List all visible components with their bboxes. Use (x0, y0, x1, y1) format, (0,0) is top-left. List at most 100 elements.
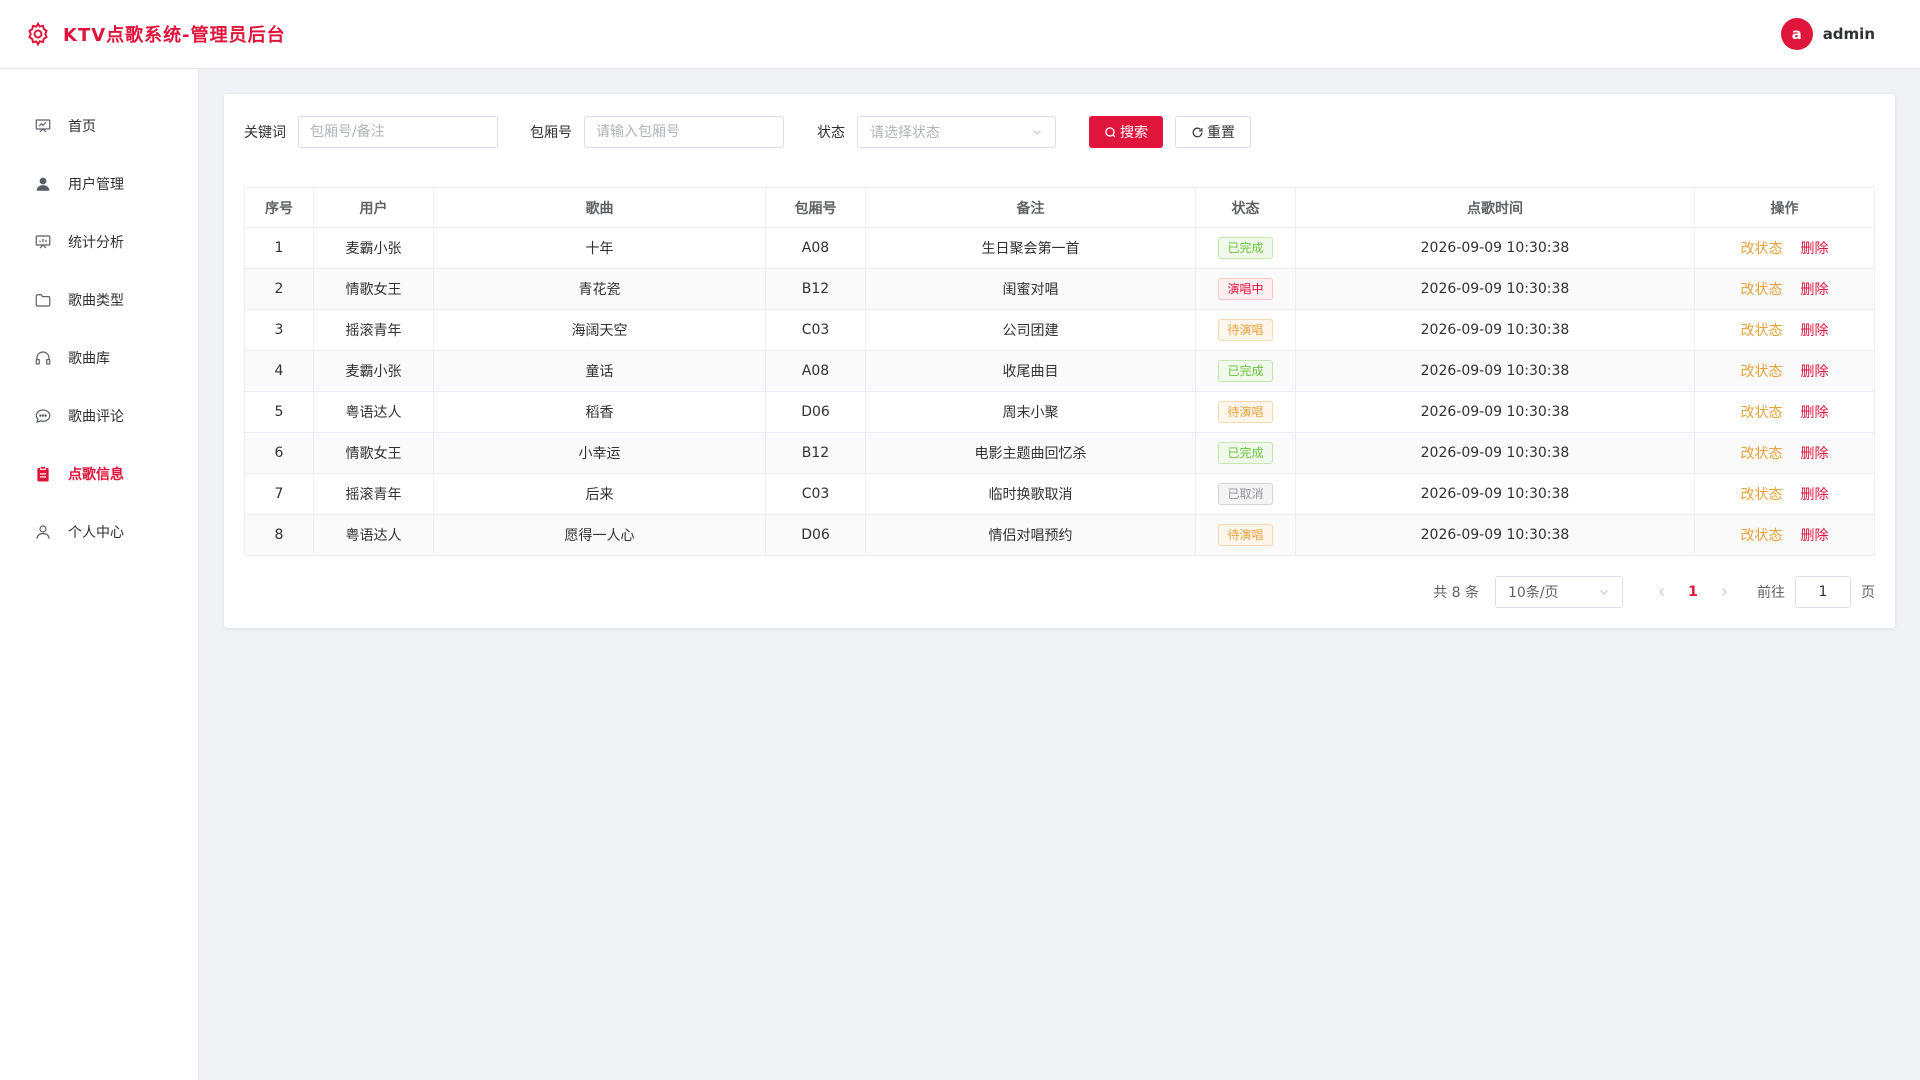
status-label: 状态 (817, 125, 845, 141)
sidebar-item-label: 歌曲库 (68, 351, 110, 367)
cell-time: 2026-09-09 10:30:38 (1295, 227, 1695, 269)
change-status-link[interactable]: 改状态 (1741, 364, 1783, 380)
cell-note: 生日聚会第一首 (865, 227, 1196, 269)
change-status-link[interactable]: 改状态 (1741, 446, 1783, 462)
delete-link[interactable]: 删除 (1801, 405, 1829, 421)
filter-bar: 关键词 包厢号 状态 请选择状态 搜索 重置 (244, 115, 1875, 149)
delete-link[interactable]: 删除 (1801, 487, 1829, 503)
cell-time: 2026-09-09 10:30:38 (1295, 473, 1695, 515)
change-status-link[interactable]: 改状态 (1741, 405, 1783, 421)
delete-link[interactable]: 删除 (1801, 364, 1829, 380)
reset-button[interactable]: 重置 (1175, 116, 1251, 148)
sidebar-item-song-requests[interactable]: 点歌信息 (0, 445, 198, 503)
table-body: 1 麦霸小张 十年 A08 生日聚会第一首 已完成 2026-09-09 10:30:38 改… (244, 227, 1875, 556)
sidebar-item-profile[interactable]: 个人中心 (0, 503, 198, 561)
keyword-input[interactable] (298, 116, 498, 148)
cell-time: 2026-09-09 10:30:38 (1295, 432, 1695, 474)
sidebar-item-home[interactable]: 首页 (0, 97, 198, 155)
cell-user: 麦霸小张 (313, 227, 434, 269)
table-row: 5 粤语达人 稻香 D06 周末小聚 待演唱 2026-09-09 10:30:38 改状态 删… (244, 391, 1875, 433)
avatar[interactable]: a (1780, 18, 1813, 50)
chevron-down-icon (1600, 590, 1608, 595)
delete-link[interactable]: 删除 (1801, 323, 1829, 339)
delete-link[interactable]: 删除 (1801, 446, 1829, 462)
cell-status: 已完成 (1195, 227, 1296, 269)
cell-time: 2026-09-09 10:30:38 (1295, 391, 1695, 433)
cell-status: 演唱中 (1195, 268, 1296, 310)
cell-user: 麦霸小张 (313, 350, 434, 392)
col-song: 歌曲 (433, 187, 766, 228)
status-badge: 已完成 (1218, 237, 1273, 259)
cell-note: 收尾曲目 (865, 350, 1196, 392)
next-page-button[interactable] (1709, 583, 1739, 602)
status-select[interactable]: 请选择状态 (857, 116, 1056, 148)
user-menu[interactable]: a admin (1780, 18, 1875, 50)
folder-icon (34, 291, 52, 309)
change-status-link[interactable]: 改状态 (1741, 282, 1783, 298)
table-row: 6 情歌女王 小幸运 B12 电影主题曲回忆杀 已完成 2026-09-09 10:30:3… (244, 432, 1875, 474)
change-status-link[interactable]: 改状态 (1741, 487, 1783, 503)
table-row: 7 摇滚青年 后来 C03 临时换歌取消 已取消 2026-09-09 10:30:38 改状… (244, 473, 1875, 515)
status-badge: 已完成 (1218, 442, 1273, 464)
cell-song: 愿得一人心 (433, 514, 766, 556)
cell-status: 已取消 (1195, 473, 1296, 515)
page-jumper: 前往 页 (1757, 576, 1875, 608)
search-button[interactable]: 搜索 (1089, 116, 1163, 148)
cell-status: 已完成 (1195, 432, 1296, 474)
sidebar-item-label: 点歌信息 (68, 467, 124, 483)
cell-room: B12 (765, 268, 866, 310)
sidebar-item-song-types[interactable]: 歌曲类型 (0, 271, 198, 329)
cell-song: 小幸运 (433, 432, 766, 474)
sidebar-item-label: 个人中心 (68, 525, 124, 541)
cell-actions: 改状态 删除 (1694, 391, 1875, 433)
sidebar-item-label: 用户管理 (68, 177, 124, 193)
status-badge: 待演唱 (1218, 401, 1273, 423)
status-badge: 待演唱 (1218, 524, 1273, 546)
prev-page-button[interactable] (1647, 583, 1677, 602)
change-status-link[interactable]: 改状态 (1741, 323, 1783, 339)
presentation-icon (34, 117, 52, 135)
cell-index: 8 (244, 514, 314, 556)
cell-room: B12 (765, 432, 866, 474)
cell-user: 情歌女王 (313, 432, 434, 474)
delete-link[interactable]: 删除 (1801, 528, 1829, 544)
page-number-current[interactable]: 1 (1677, 584, 1709, 600)
delete-link[interactable]: 删除 (1801, 241, 1829, 257)
cell-actions: 改状态 删除 (1694, 432, 1875, 474)
cell-song: 十年 (433, 227, 766, 269)
cell-room: A08 (765, 350, 866, 392)
cell-song: 青花瓷 (433, 268, 766, 310)
room-input[interactable] (584, 116, 784, 148)
pagination: 共 8 条 10条/页 1 前往 页 (244, 576, 1875, 608)
change-status-link[interactable]: 改状态 (1741, 241, 1783, 257)
sidebar-item-stats[interactable]: 统计分析 (0, 213, 198, 271)
sidebar: 首页 用户管理 统计分析 歌曲类型 歌曲库 歌曲评论 点歌信息 个人中心 (0, 69, 199, 1080)
page-size-select[interactable]: 10条/页 (1495, 576, 1623, 608)
cell-note: 公司团建 (865, 309, 1196, 351)
cell-index: 1 (244, 227, 314, 269)
delete-link[interactable]: 删除 (1801, 282, 1829, 298)
change-status-link[interactable]: 改状态 (1741, 528, 1783, 544)
col-room: 包厢号 (765, 187, 866, 228)
status-badge: 待演唱 (1218, 319, 1273, 341)
table-row: 1 麦霸小张 十年 A08 生日聚会第一首 已完成 2026-09-09 10:30:38 改… (244, 227, 1875, 269)
clipboard-icon (34, 465, 52, 483)
cell-time: 2026-09-09 10:30:38 (1295, 309, 1695, 351)
table-row: 3 摇滚青年 海阔天空 C03 公司团建 待演唱 2026-09-09 10:30:38 改状… (244, 309, 1875, 351)
sidebar-item-comments[interactable]: 歌曲评论 (0, 387, 198, 445)
sidebar-item-users[interactable]: 用户管理 (0, 155, 198, 213)
cell-status: 待演唱 (1195, 309, 1296, 351)
brand: KTV点歌系统-管理员后台 (25, 21, 286, 47)
sidebar-item-label: 歌曲评论 (68, 409, 124, 425)
col-status: 状态 (1195, 187, 1296, 228)
cell-time: 2026-09-09 10:30:38 (1295, 268, 1695, 310)
username[interactable]: admin (1823, 25, 1875, 43)
cell-user: 摇滚青年 (313, 309, 434, 351)
goto-page-input[interactable] (1795, 576, 1851, 608)
sidebar-item-song-library[interactable]: 歌曲库 (0, 329, 198, 387)
sidebar-item-label: 首页 (68, 119, 96, 135)
status-badge: 已完成 (1218, 360, 1273, 382)
cell-room: A08 (765, 227, 866, 269)
status-select-placeholder: 请选择状态 (870, 125, 940, 141)
cell-index: 4 (244, 350, 314, 392)
